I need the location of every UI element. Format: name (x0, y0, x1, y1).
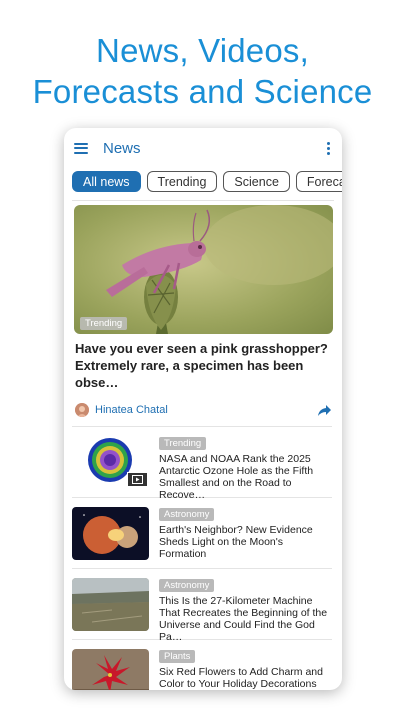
item-title: This Is the 27-Kilometer Machine That Re… (159, 595, 328, 643)
chip-trending[interactable]: Trending (146, 171, 218, 192)
chip-science[interactable]: Science (223, 171, 290, 192)
item-badge: Plants (159, 650, 196, 663)
app-bar: News (64, 128, 342, 168)
item-badge: Astronomy (159, 508, 215, 521)
promo-headline-line1: News, Videos, (96, 32, 309, 69)
moon-thumbnail (72, 507, 149, 560)
author-avatar (75, 403, 89, 417)
hero-image[interactable]: Trending (74, 205, 333, 334)
share-icon[interactable] (317, 404, 332, 417)
video-play-icon (127, 472, 148, 487)
list-item[interactable]: Astronomy This Is the 27-Kilometer Machi… (72, 568, 332, 643)
chip-forecast[interactable]: Forecast (295, 171, 342, 192)
item-title: Six Red Flowers to Add Charm and Color t… (159, 666, 323, 690)
promo-headline-line2: Forecasts and Science (32, 73, 373, 110)
app-title: News (103, 139, 141, 157)
list-item[interactable]: Astronomy Earth's Neighbor? New Evidence… (72, 497, 332, 568)
list-item[interactable]: Plants Six Red Flowers to Add Charm and … (72, 639, 332, 690)
more-vert-icon[interactable] (327, 141, 331, 155)
item-title: NASA and NOAA Rank the 2025 Antarctic Oz… (159, 453, 314, 501)
chips-divider (72, 200, 334, 201)
item-title: Earth's Neighbor? New Evidence Sheds Lig… (159, 524, 313, 560)
landscape-thumbnail (72, 578, 149, 631)
author-name[interactable]: Hinatea Chatal (95, 404, 317, 416)
ozone-thumbnail (72, 436, 149, 489)
promo-headline: News, Videos, Forecasts and Science (0, 30, 405, 112)
hamburger-menu-icon[interactable] (74, 142, 88, 154)
list-item[interactable]: Trending NASA and NOAA Rank the 2025 Ant… (72, 426, 332, 501)
item-badge: Astronomy (159, 579, 215, 592)
item-badge: Trending (159, 437, 207, 450)
hero-author-row: Hinatea Chatal (75, 402, 332, 418)
category-chips: All news Trending Science Forecast (64, 168, 342, 200)
chip-all-news[interactable]: All news (72, 171, 141, 192)
hero-badge: Trending (80, 317, 128, 330)
poinsettia-thumbnail (72, 649, 149, 690)
phone-screen: News All news Trending Science Forecast (64, 128, 342, 690)
hero-title[interactable]: Have you ever seen a pink grasshopper? E… (75, 340, 332, 391)
